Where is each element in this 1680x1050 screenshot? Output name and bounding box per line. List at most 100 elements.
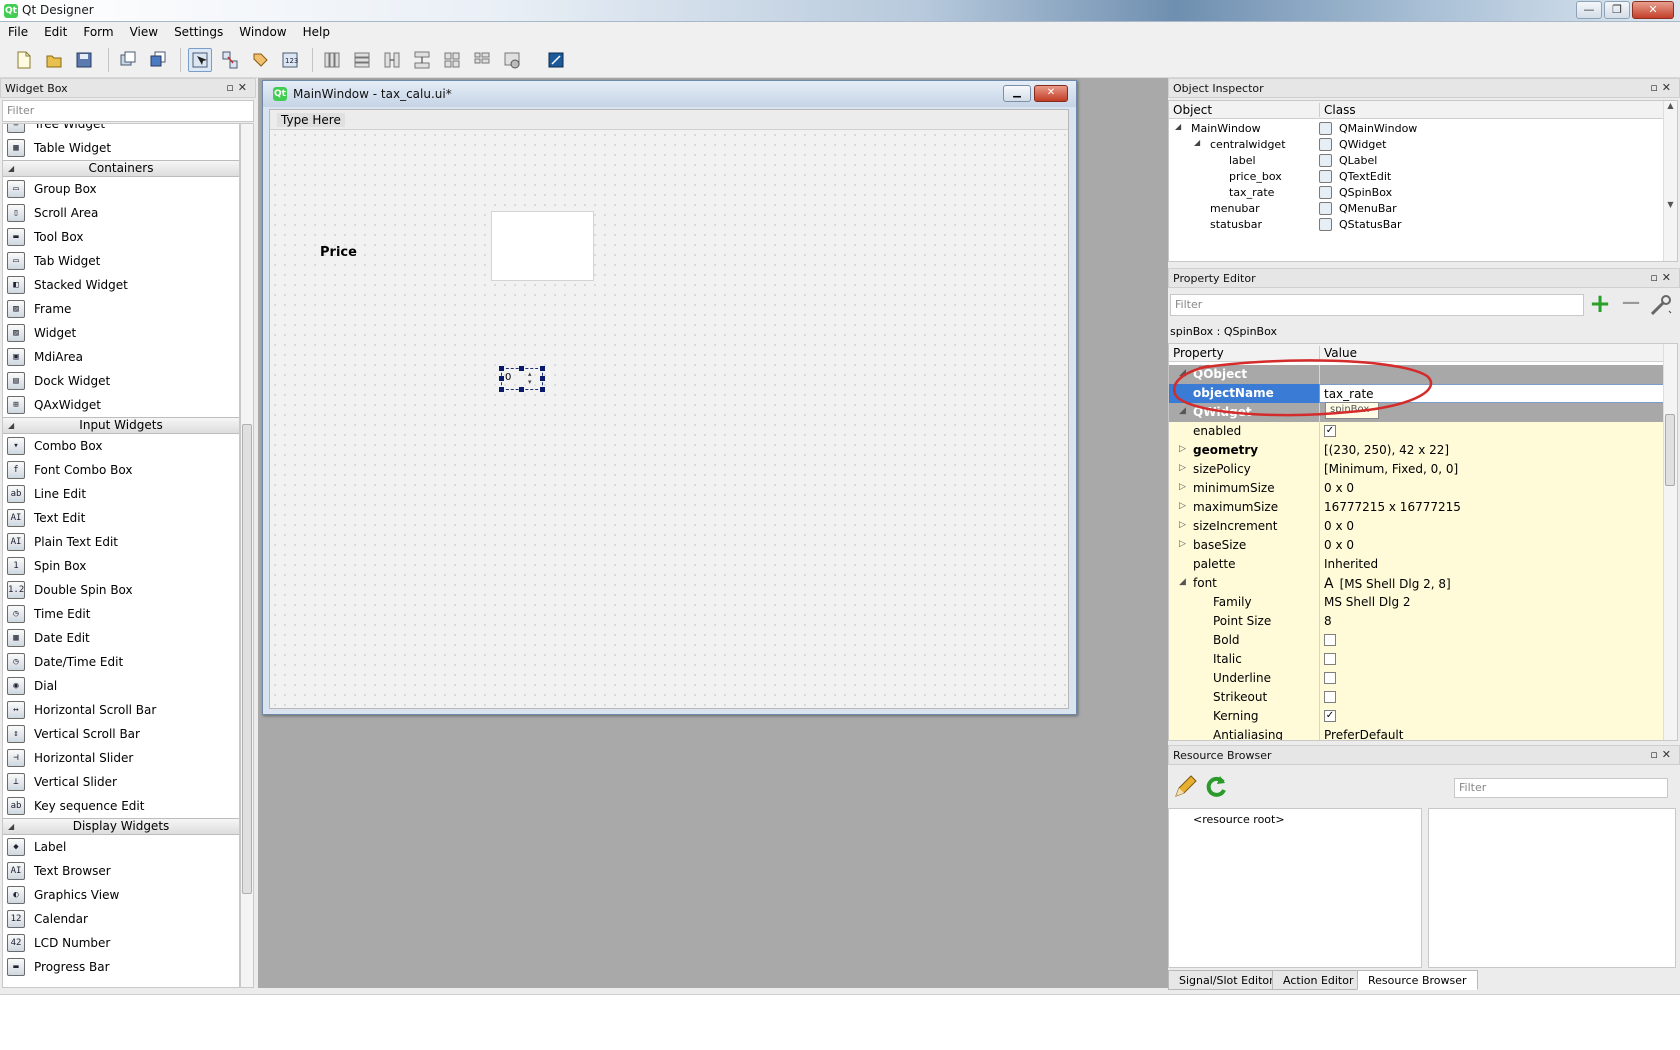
property-checkbox-cell[interactable]: ✓ bbox=[1319, 707, 1667, 726]
widget-box-item[interactable]: ab Line Edit bbox=[3, 482, 239, 506]
widget-box-item[interactable]: ▬ Progress Bar bbox=[3, 955, 239, 979]
property-checkbox[interactable]: ✓ bbox=[1324, 709, 1336, 722]
property-row[interactable]: ▷ sizePolicy [Minimum, Fixed, 0, 0] bbox=[1169, 460, 1669, 479]
break-layout-button[interactable] bbox=[500, 48, 524, 72]
widget-box-item[interactable]: ◧ Stacked Widget bbox=[3, 273, 239, 297]
property-checkbox-cell[interactable] bbox=[1319, 669, 1667, 688]
tab-resource-browser[interactable]: Resource Browser bbox=[1357, 970, 1478, 990]
maximize-button[interactable]: ❐ bbox=[1604, 1, 1630, 19]
property-row[interactable]: Bold bbox=[1169, 631, 1669, 650]
save-form-button[interactable] bbox=[72, 48, 96, 72]
tab-action-editor[interactable]: Action Editor bbox=[1272, 970, 1365, 990]
widget-box-filter-input[interactable]: Filter bbox=[2, 100, 254, 122]
minimize-button[interactable]: — bbox=[1576, 1, 1602, 19]
edit-signals-button[interactable] bbox=[218, 48, 242, 72]
form-minimize-button[interactable]: ▁ bbox=[1003, 85, 1031, 102]
property-row[interactable]: ▷ baseSize 0 x 0 bbox=[1169, 536, 1669, 555]
close-button[interactable]: ✕ bbox=[1632, 1, 1674, 19]
edit-buddies-button[interactable] bbox=[248, 48, 272, 72]
widget-box-item[interactable]: ▣ MdiArea bbox=[3, 345, 239, 369]
adjust-size-button[interactable] bbox=[544, 48, 568, 72]
resource-root-item[interactable]: <resource root> bbox=[1193, 813, 1285, 826]
object-tree-row[interactable]: price_box QTextEdit bbox=[1169, 169, 1659, 185]
property-checkbox-cell[interactable] bbox=[1319, 631, 1667, 650]
widget-box-item[interactable]: f Font Combo Box bbox=[3, 458, 239, 482]
property-value[interactable]: 8 bbox=[1319, 612, 1667, 631]
open-form-button[interactable] bbox=[42, 48, 66, 72]
resource-filter-input[interactable]: Filter bbox=[1454, 778, 1668, 798]
tab-signal-slot-editor[interactable]: Signal/Slot Editor bbox=[1168, 970, 1285, 990]
configure-wrench-icon[interactable] bbox=[1648, 293, 1674, 317]
layout-splitter-h-button[interactable] bbox=[380, 48, 404, 72]
column-object[interactable]: Object bbox=[1173, 103, 1212, 117]
widget-box-item[interactable]: AI Plain Text Edit bbox=[3, 530, 239, 554]
widget-box-item[interactable]: ▦ Date Edit bbox=[3, 626, 239, 650]
dock-float-close-icons[interactable]: ▫✕ bbox=[1650, 271, 1675, 284]
layout-grid-button[interactable] bbox=[440, 48, 464, 72]
widget-box-item[interactable]: ↔ Horizontal Scroll Bar bbox=[3, 698, 239, 722]
property-value[interactable]: MS Shell Dlg 2 bbox=[1319, 593, 1667, 612]
widget-category[interactable]: ◢ Containers bbox=[3, 160, 239, 177]
property-row[interactable]: Kerning ✓ bbox=[1169, 707, 1669, 726]
layout-form-button[interactable] bbox=[470, 48, 494, 72]
property-row[interactable]: Underline bbox=[1169, 669, 1669, 688]
new-form-button[interactable] bbox=[12, 48, 36, 72]
form-close-button[interactable]: ✕ bbox=[1034, 85, 1068, 102]
widget-box-item[interactable]: ▭ Tab Widget bbox=[3, 249, 239, 273]
layout-splitter-v-button[interactable] bbox=[410, 48, 434, 72]
widget-box-item[interactable]: ▤ Dock Widget bbox=[3, 369, 239, 393]
collapse-triangle-icon[interactable]: ◢ bbox=[8, 161, 14, 176]
property-value[interactable]: 16777215 x 16777215 bbox=[1319, 498, 1667, 517]
property-checkbox-cell[interactable] bbox=[1319, 688, 1667, 707]
remove-property-icon[interactable]: − bbox=[1619, 290, 1643, 317]
property-value[interactable]: PreferDefault bbox=[1319, 726, 1667, 740]
widget-box-scrollbar[interactable] bbox=[240, 123, 254, 988]
property-row[interactable]: palette Inherited bbox=[1169, 555, 1669, 574]
bring-to-front-button[interactable] bbox=[146, 48, 170, 72]
collapse-triangle-icon[interactable]: ◢ bbox=[8, 819, 14, 834]
property-row[interactable]: ▷ sizeIncrement 0 x 0 bbox=[1169, 517, 1669, 536]
property-checkbox[interactable] bbox=[1324, 633, 1336, 646]
property-value[interactable]: [Minimum, Fixed, 0, 0] bbox=[1319, 460, 1667, 479]
tree-expander-icon[interactable]: ◢ bbox=[1175, 122, 1181, 131]
tree-expander-icon[interactable]: ◢ bbox=[1194, 138, 1200, 147]
tax-rate-spinbox[interactable]: 0 ▴ ▾ bbox=[499, 366, 545, 392]
property-value[interactable]: Inherited bbox=[1319, 555, 1667, 574]
property-checkbox[interactable] bbox=[1324, 652, 1336, 665]
object-tree-row[interactable]: ◢ centralwidget QWidget bbox=[1169, 137, 1659, 153]
property-checkbox[interactable] bbox=[1324, 671, 1336, 684]
edit-resources-pencil-icon[interactable] bbox=[1172, 774, 1198, 800]
menu-file[interactable]: File bbox=[0, 25, 36, 39]
property-value[interactable]: A [MS Shell Dlg 2, 8] bbox=[1319, 574, 1667, 593]
widget-box-item[interactable]: ⊞ QAxWidget bbox=[3, 393, 239, 417]
object-tree-row[interactable]: statusbar QStatusBar bbox=[1169, 217, 1659, 233]
price-box-text-edit[interactable] bbox=[491, 211, 594, 281]
object-inspector-scrollbar[interactable]: ▲ ▼ bbox=[1663, 101, 1677, 261]
menu-edit[interactable]: Edit bbox=[36, 25, 75, 39]
widget-box-item[interactable]: ▭ Group Box bbox=[3, 177, 239, 201]
dock-float-close-icons[interactable]: ▫✕ bbox=[1650, 81, 1675, 94]
menu-settings[interactable]: Settings bbox=[166, 25, 231, 39]
property-row[interactable]: Antialiasing PreferDefault bbox=[1169, 726, 1669, 740]
menu-window[interactable]: Window bbox=[231, 25, 294, 39]
property-row[interactable]: ▷ minimumSize 0 x 0 bbox=[1169, 479, 1669, 498]
send-to-back-button[interactable] bbox=[116, 48, 140, 72]
widget-box-item[interactable]: ↕ Vertical Scroll Bar bbox=[3, 722, 239, 746]
widget-box-item[interactable]: ▨ Frame bbox=[3, 297, 239, 321]
property-row[interactable]: ▷ maximumSize 16777215 x 16777215 bbox=[1169, 498, 1669, 517]
widget-box-item[interactable]: 12 Calendar bbox=[3, 907, 239, 931]
reload-resources-icon[interactable] bbox=[1203, 774, 1229, 800]
widget-box-item[interactable]: ab Key sequence Edit bbox=[3, 794, 239, 818]
column-class[interactable]: Class bbox=[1319, 103, 1356, 117]
form-canvas[interactable]: Type Here Price 0 ▴ ▾ bbox=[269, 109, 1069, 709]
widget-box-item[interactable]: ◉ Dial bbox=[3, 674, 239, 698]
widget-box-item[interactable]: ⊥ Vertical Slider bbox=[3, 770, 239, 794]
property-row[interactable]: Italic bbox=[1169, 650, 1669, 669]
property-checkbox-cell[interactable] bbox=[1319, 650, 1667, 669]
property-value[interactable]: 0 x 0 bbox=[1319, 479, 1667, 498]
widget-box-item[interactable]: AI Text Browser bbox=[3, 859, 239, 883]
collapse-triangle-icon[interactable]: ◢ bbox=[8, 418, 14, 433]
layout-horizontal-button[interactable] bbox=[320, 48, 344, 72]
dock-float-close-icons[interactable]: ▫✕ bbox=[1650, 748, 1675, 761]
object-tree-row[interactable]: menubar QMenuBar bbox=[1169, 201, 1659, 217]
